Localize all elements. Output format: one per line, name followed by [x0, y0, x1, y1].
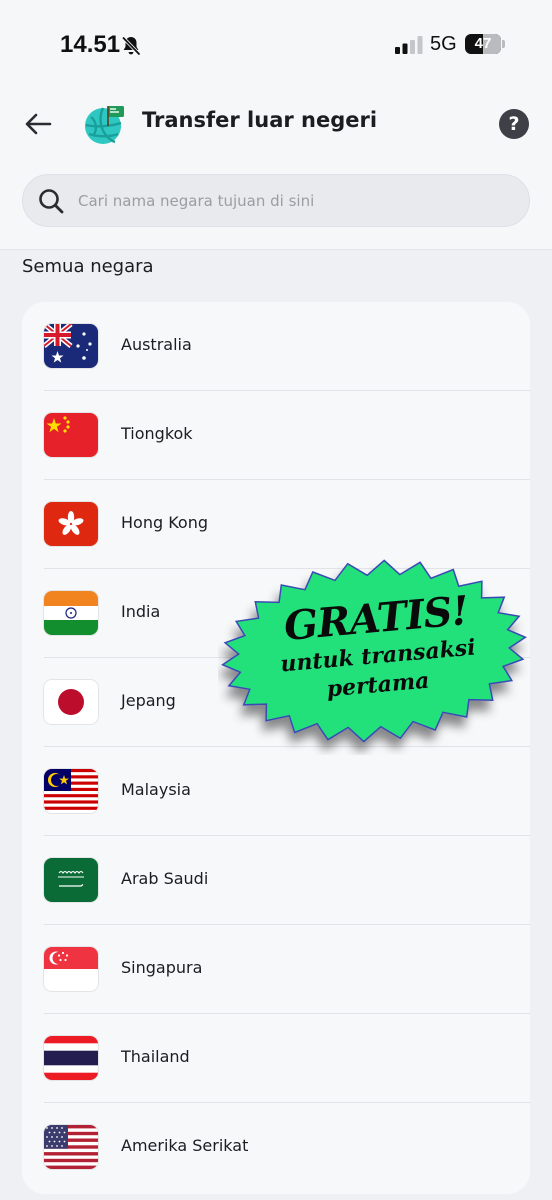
china-flag-icon	[44, 413, 98, 457]
battery-tip	[502, 40, 505, 48]
singapore-flag-icon	[44, 947, 98, 991]
country-name: Singapura	[121, 958, 203, 977]
back-button[interactable]	[20, 106, 56, 142]
search-bar[interactable]	[22, 174, 530, 227]
malaysia-flag-icon	[44, 769, 98, 813]
page-title: Transfer luar negeri	[142, 108, 378, 132]
country-name: Arab Saudi	[121, 869, 209, 888]
country-name: Australia	[121, 335, 192, 354]
country-name: Tiongkok	[121, 424, 193, 443]
country-name: Malaysia	[121, 780, 191, 799]
hong-kong-flag-icon	[44, 502, 98, 546]
country-item-saudi-arabia[interactable]: Arab Saudi	[22, 836, 530, 925]
bell-off-icon	[121, 36, 141, 56]
country-item-united-states[interactable]: Amerika Serikat	[22, 1103, 530, 1192]
india-flag-icon	[44, 591, 98, 635]
country-item-singapore[interactable]: Singapura	[22, 925, 530, 1014]
country-name: Hong Kong	[121, 513, 208, 532]
signal-icon	[395, 36, 423, 54]
country-name: Jepang	[121, 691, 176, 710]
help-button[interactable]: ?	[499, 109, 529, 139]
battery-icon: 47	[465, 34, 501, 54]
country-item-china[interactable]: Tiongkok	[22, 391, 530, 480]
country-item-thailand[interactable]: Thailand	[22, 1014, 530, 1103]
country-item-malaysia[interactable]: Malaysia	[22, 747, 530, 836]
country-name: Thailand	[121, 1047, 190, 1066]
usa-flag-icon	[44, 1125, 98, 1169]
status-time: 14.51	[60, 31, 121, 58]
network-type: 5G	[430, 33, 457, 55]
japan-flag-icon	[44, 680, 98, 724]
thailand-flag-icon	[44, 1036, 98, 1080]
australia-flag-icon	[44, 324, 98, 368]
search-icon	[39, 189, 64, 214]
globe-icon	[85, 106, 124, 144]
country-name: Amerika Serikat	[121, 1136, 249, 1155]
country-name: India	[121, 602, 161, 621]
promo-sticker: GRATIS! untuk transaksi pertama	[218, 555, 530, 755]
section-title: Semua negara	[22, 256, 154, 277]
search-input[interactable]	[78, 175, 518, 226]
top-area: 14.51 5G 47 Transfer luar negeri ?	[0, 0, 552, 250]
saudi-arabia-flag-icon	[44, 858, 98, 902]
country-item-australia[interactable]: Australia	[22, 302, 530, 391]
battery-level: 47	[474, 35, 492, 52]
